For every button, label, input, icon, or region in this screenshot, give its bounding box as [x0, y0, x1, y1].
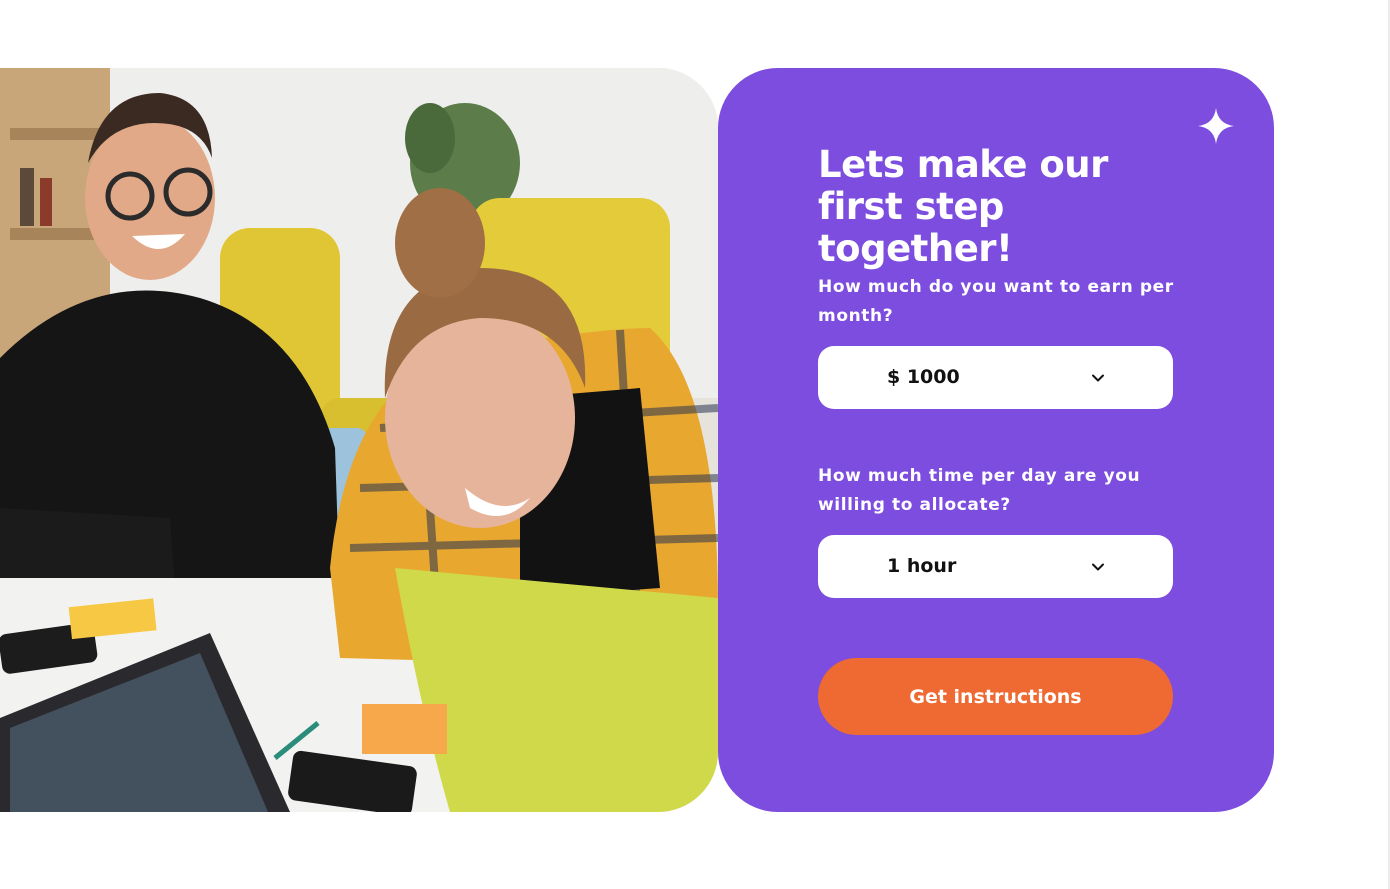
photo-illustration	[0, 68, 718, 812]
signup-card: Lets make our first step together! How m…	[718, 68, 1274, 812]
time-select[interactable]: 1 hour	[818, 535, 1173, 598]
form-headline: Lets make our first step together!	[818, 143, 1108, 270]
sparkle-icon	[1198, 108, 1234, 144]
time-question-label: How much time per day are you willing to…	[818, 466, 1141, 515]
earnings-select[interactable]: $ 1000	[818, 346, 1173, 409]
chevron-down-icon	[1092, 563, 1104, 571]
chevron-down-icon	[1092, 374, 1104, 382]
earn-question-label: How much do you want to earn per month?	[818, 277, 1174, 326]
hero-photo	[0, 68, 718, 812]
time-select-value: 1 hour	[887, 555, 957, 577]
earnings-select-value: $ 1000	[887, 366, 960, 388]
page: Lets make our first step together! How m…	[0, 0, 1390, 889]
get-instructions-button[interactable]: Get instructions	[818, 658, 1173, 735]
